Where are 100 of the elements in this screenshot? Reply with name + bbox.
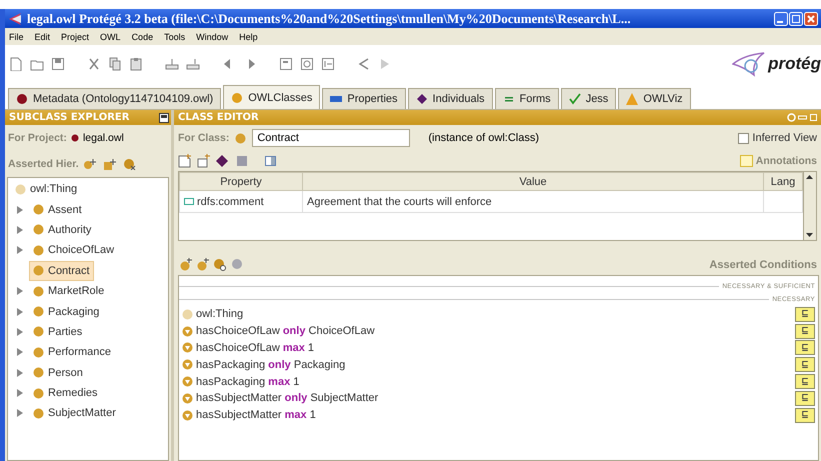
- menu-item[interactable]: Help: [239, 32, 258, 42]
- tab[interactable]: Metadata (Ontology1147104109.owl): [8, 88, 222, 109]
- column-header[interactable]: Property: [180, 172, 302, 190]
- tree-item[interactable]: MarketRole: [29, 281, 108, 302]
- tree-item[interactable]: Person: [29, 362, 87, 383]
- tab[interactable]: Forms: [494, 88, 559, 109]
- logo-text: protég: [768, 54, 821, 74]
- note-icon: [740, 155, 753, 167]
- save-icon[interactable]: [51, 57, 65, 71]
- restriction-icon: [182, 326, 193, 337]
- class-icon: [235, 132, 246, 144]
- menu-item[interactable]: Window: [196, 32, 228, 42]
- tree-item[interactable]: Remedies: [29, 383, 102, 404]
- expand-arrow-icon[interactable]: [17, 409, 23, 418]
- class-icon: [15, 184, 26, 195]
- maximize-icon[interactable]: [789, 12, 803, 26]
- section-label: Annotations: [756, 155, 817, 167]
- pin-icon[interactable]: [787, 113, 796, 122]
- class-icon: [33, 367, 44, 378]
- delete-class-icon[interactable]: [122, 158, 137, 170]
- tab[interactable]: Individuals: [408, 88, 493, 109]
- minimize-icon[interactable]: [774, 12, 788, 26]
- add-subclass-icon[interactable]: [82, 158, 97, 170]
- window-icon[interactable]: [159, 112, 169, 122]
- frame-icon[interactable]: [279, 57, 293, 71]
- panel-title: SUBCLASS EXPLORER: [9, 112, 130, 123]
- menu-item[interactable]: Project: [61, 32, 90, 42]
- add-sibling-icon[interactable]: [102, 158, 117, 170]
- expand-arrow-icon[interactable]: [17, 226, 23, 234]
- condition-text[interactable]: hasPackaging max 1: [196, 376, 792, 388]
- close-icon[interactable]: [804, 12, 818, 26]
- class-icon: [33, 306, 44, 318]
- table-cell: rdfs:comment: [180, 190, 302, 212]
- project-name: legal.owl: [82, 132, 124, 144]
- expand-arrow-icon[interactable]: [17, 206, 23, 214]
- expand-arrow-icon[interactable]: [17, 368, 23, 377]
- add-class-icon[interactable]: [197, 258, 209, 271]
- panel-title: CLASS EDITOR: [178, 112, 259, 123]
- menu-item[interactable]: Code: [132, 32, 154, 42]
- expand-arrow-icon[interactable]: [17, 308, 23, 316]
- expand-arrow-icon[interactable]: [17, 246, 23, 254]
- inherited-badge: ⊑: [795, 408, 815, 423]
- add-named-class-icon[interactable]: [214, 258, 226, 271]
- tree-item[interactable]: ChoiceOfLaw: [29, 240, 118, 260]
- condition-text[interactable]: hasChoiceOfLaw only ChoiceOfLaw: [196, 325, 792, 338]
- menu-item[interactable]: Edit: [34, 32, 50, 42]
- add-annotation-icon[interactable]: [178, 154, 192, 168]
- field-label: For Class:: [178, 132, 230, 144]
- cut-icon[interactable]: [87, 57, 101, 71]
- expand-arrow-icon[interactable]: [17, 348, 23, 356]
- tree-item[interactable]: Parties: [29, 322, 86, 342]
- class-icon: [33, 326, 44, 338]
- field-label: Asserted Hier.: [8, 158, 79, 170]
- menu-item[interactable]: File: [9, 32, 24, 42]
- diamond-icon[interactable]: [216, 154, 230, 168]
- inferred-view-checkbox[interactable]: Inferred View: [738, 132, 817, 144]
- condition-text[interactable]: hasSubjectMatter max 1: [196, 409, 792, 422]
- restriction-icon: [182, 392, 193, 404]
- tree-item[interactable]: Contract: [29, 260, 94, 281]
- column-header[interactable]: Value: [302, 172, 764, 190]
- class-icon: [33, 408, 44, 419]
- expand-arrow-icon[interactable]: [17, 328, 23, 336]
- paste-icon[interactable]: [129, 57, 143, 71]
- expand-arrow-icon[interactable]: [17, 287, 23, 296]
- class-icon: [33, 286, 44, 297]
- frame-icon[interactable]: [300, 57, 314, 71]
- copy-icon[interactable]: [108, 57, 122, 71]
- frame-icon[interactable]: [321, 57, 335, 71]
- column-header[interactable]: Lang: [764, 172, 802, 190]
- tree-item[interactable]: owl:Thing: [11, 179, 82, 200]
- condition-text[interactable]: hasSubjectMatter only SubjectMatter: [196, 392, 792, 404]
- tree-item[interactable]: Assent: [29, 200, 86, 220]
- condition-text[interactable]: hasPackaging only Packaging: [196, 358, 792, 371]
- condition-text[interactable]: hasChoiceOfLaw max 1: [196, 342, 792, 354]
- restore-icon[interactable]: [809, 113, 818, 122]
- new-file-icon[interactable]: [9, 57, 23, 71]
- add-restriction-icon[interactable]: [180, 258, 192, 271]
- window-title: legal.owl Protégé 3.2 beta (file:\C:\Documents%20and%20Settings\tmullen\My%20Documents\Research\L...: [27, 10, 632, 26]
- add-value-icon[interactable]: [197, 154, 211, 168]
- tree-item[interactable]: Performance: [29, 342, 115, 362]
- class-name-field[interactable]: Contract: [252, 129, 410, 147]
- tree-item[interactable]: Authority: [29, 220, 96, 240]
- tab[interactable]: OWLClasses: [223, 85, 320, 109]
- section-title: Asserted Conditions: [709, 258, 817, 270]
- minimize-icon[interactable]: [798, 113, 807, 122]
- panel-icon[interactable]: [264, 154, 278, 168]
- tree-item[interactable]: SubjectMatter: [29, 403, 120, 424]
- inherited-badge: ⊑: [795, 340, 815, 356]
- delete-condition-icon[interactable]: [231, 258, 243, 271]
- menu-item[interactable]: Tools: [164, 32, 186, 42]
- delete-icon[interactable]: [235, 154, 249, 168]
- expand-arrow-icon[interactable]: [17, 389, 23, 398]
- tab[interactable]: OWLViz: [618, 88, 691, 109]
- menu-item[interactable]: OWL: [100, 32, 121, 42]
- tree-item[interactable]: Packaging: [29, 302, 104, 322]
- tab[interactable]: Properties: [322, 88, 406, 109]
- condition-text[interactable]: owl:Thing: [196, 308, 792, 320]
- dot-icon: [70, 134, 79, 142]
- tab[interactable]: Jess: [560, 88, 616, 109]
- back-icon[interactable]: [357, 57, 371, 71]
